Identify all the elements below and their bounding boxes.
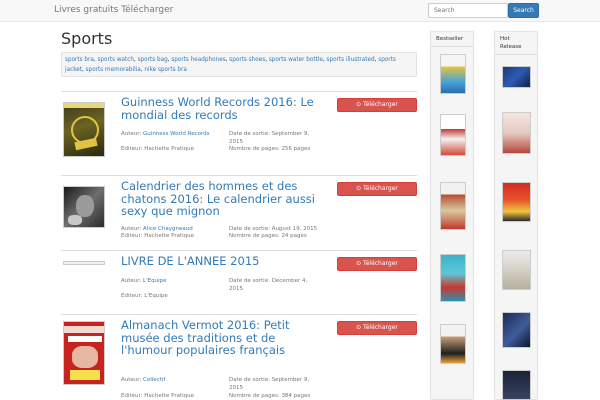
pages-label: Nombre de pages: [229,233,280,239]
bestseller-book-cover[interactable] [440,254,466,302]
book-author: Auteur: Collectif [121,376,165,384]
tag-link[interactable]: sports bra [65,57,94,63]
book-item: LIVRE DE L'ANNEE 2015 ⊙ Télécharger Aute… [61,250,417,313]
book-item: Guinness World Records 2016: Le mondial … [61,91,417,173]
book-release: Date de sortie: September 9, 2015 [229,376,319,392]
book-title[interactable]: Guinness World Records 2016: Le mondial … [121,96,326,121]
tag-link[interactable]: nike sports bra [144,67,186,73]
publisher-label: Editeur: [121,146,143,152]
pages-label: Nombre de pages: [229,146,280,152]
hot-release-panel: Hot Release [494,31,538,400]
hot-release-heading: Hot Release [495,32,537,55]
tag-link[interactable]: sports shoes [229,57,265,63]
book-author: Auteur: L'Equipe [121,277,166,285]
navbar: Livres gratuits Télécharger Search [0,0,600,22]
publisher-value: Hachette Pratique [144,146,195,152]
author-label: Auteur: [121,131,142,137]
author-link[interactable]: Collectif [143,377,165,383]
publisher-value: Hachette Pratique [144,393,195,399]
pages-value: 384 pages [281,393,311,399]
site-brand[interactable]: Livres gratuits Télécharger [54,5,173,15]
book-release: Date de sortie: September 9, 2015 [229,130,319,146]
pages-value: 256 pages [281,146,311,152]
hot-release-book-cover[interactable] [502,370,531,400]
page-title: Sports [61,29,113,48]
publisher-value: Hachette Pratique [144,233,195,239]
book-cover[interactable] [63,321,105,385]
tag-link[interactable]: sports bag [138,57,168,63]
book-title[interactable]: Calendrier des hommes et des chatons 201… [121,180,326,218]
book-publisher: Editeur: Hachette Pratique [121,392,194,400]
download-button[interactable]: ⊙ Télécharger [337,98,417,112]
book-release: Date de sortie: December 4, 2015 [229,277,319,293]
pages-value: 24 pages [281,233,307,239]
pages-label: Nombre de pages: [229,393,280,399]
hot-release-book-cover[interactable] [502,182,531,222]
book-publisher: Editeur: Hachette Pratique [121,145,194,153]
book-cover[interactable] [63,102,105,157]
bestseller-heading: Bestseller [431,32,473,47]
author-label: Auteur: [121,377,142,383]
bestseller-book-cover[interactable] [440,114,466,156]
tag-link[interactable]: sports headphones [171,57,225,63]
release-label: Date de sortie: [229,377,270,383]
bestseller-book-cover[interactable] [440,54,466,94]
book-pages: Nombre de pages: 384 pages [229,392,319,400]
book-title[interactable]: LIVRE DE L'ANNEE 2015 [121,255,326,268]
release-label: Date de sortie: [229,131,270,137]
download-button[interactable]: ⊙ Télécharger [337,257,417,271]
book-cover[interactable] [63,186,105,228]
hot-release-book-cover[interactable] [502,112,531,154]
book-item: Calendrier des hommes et des chatons 201… [61,175,417,249]
book-item: Almanach Vermot 2016: Petit musée des tr… [61,314,417,400]
related-tags: sports bra, sports watch, sports bag, sp… [61,52,417,77]
hot-release-book-cover[interactable] [502,66,531,88]
download-button[interactable]: ⊙ Télécharger [337,182,417,196]
book-author: Auteur: Guinness World Records [121,130,210,138]
bestseller-book-cover[interactable] [440,324,466,364]
author-label: Auteur: [121,278,142,284]
bestseller-panel: Bestseller [430,31,474,400]
book-pages: Nombre de pages: 256 pages [229,145,319,153]
book-title[interactable]: Almanach Vermot 2016: Petit musée des tr… [121,319,326,357]
tag-link[interactable]: sports memorabilia [86,67,141,73]
hot-release-book-cover[interactable] [502,250,531,290]
download-button[interactable]: ⊙ Télécharger [337,321,417,335]
book-pages: Nombre de pages: 24 pages [229,232,319,240]
publisher-label: Editeur: [121,233,143,239]
author-link[interactable]: Guinness World Records [143,131,210,137]
publisher-label: Editeur: [121,393,143,399]
publisher-value: L'Equipe [144,293,168,299]
tag-link[interactable]: sports watch [97,57,134,63]
hot-release-book-cover[interactable] [502,312,531,348]
tag-link[interactable]: sports illustrated [327,57,375,63]
search-input[interactable] [428,3,508,18]
search-button[interactable]: Search [508,3,539,18]
book-publisher: Editeur: Hachette Pratique [121,232,194,240]
publisher-label: Editeur: [121,293,143,299]
book-cover[interactable] [63,261,105,265]
bestseller-book-cover[interactable] [440,182,466,230]
author-link[interactable]: L'Equipe [143,278,166,284]
tag-link[interactable]: sports water bottle [269,57,323,63]
release-label: Date de sortie: [229,278,270,284]
book-publisher: Editeur: L'Equipe [121,292,168,300]
